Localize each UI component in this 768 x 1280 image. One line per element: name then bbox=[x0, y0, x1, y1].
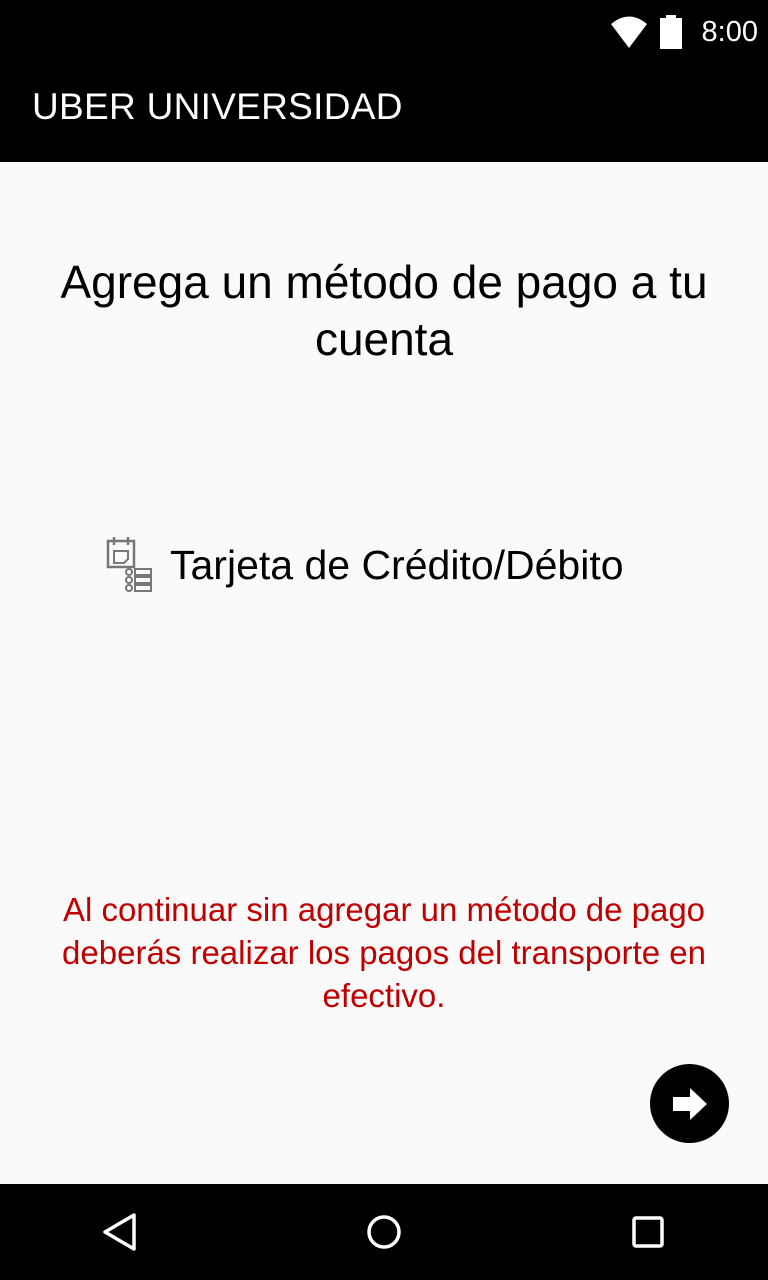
next-button[interactable] bbox=[650, 1064, 729, 1143]
status-time: 8:00 bbox=[701, 15, 758, 48]
cash-payment-notice: Al continuar sin agregar un método de pa… bbox=[62, 891, 706, 1014]
card-option-label: Tarjeta de Crédito/Débito bbox=[170, 541, 624, 588]
page-heading: Agrega un método de pago a tu cuenta bbox=[60, 256, 708, 365]
wifi-icon bbox=[610, 16, 647, 48]
arrow-right-icon bbox=[672, 1087, 707, 1120]
recents-icon bbox=[632, 1216, 664, 1248]
app-title: UBER UNIVERSIDAD bbox=[32, 86, 403, 127]
screen: 8:00 UBER UNIVERSIDAD Agrega un método d… bbox=[0, 0, 768, 1280]
back-button[interactable] bbox=[96, 1208, 144, 1256]
battery-icon bbox=[659, 15, 682, 49]
status-icons: 8:00 bbox=[610, 8, 758, 56]
recents-button[interactable] bbox=[624, 1208, 672, 1256]
status-bar: 8:00 bbox=[0, 0, 768, 64]
home-icon bbox=[367, 1215, 401, 1249]
back-icon bbox=[103, 1213, 136, 1251]
app-bar: UBER UNIVERSIDAD bbox=[0, 64, 768, 162]
home-button[interactable] bbox=[360, 1208, 408, 1256]
credit-card-form-icon bbox=[106, 537, 152, 592]
navigation-bar bbox=[0, 1184, 768, 1280]
credit-debit-card-option[interactable]: Tarjeta de Crédito/Débito bbox=[104, 532, 624, 598]
